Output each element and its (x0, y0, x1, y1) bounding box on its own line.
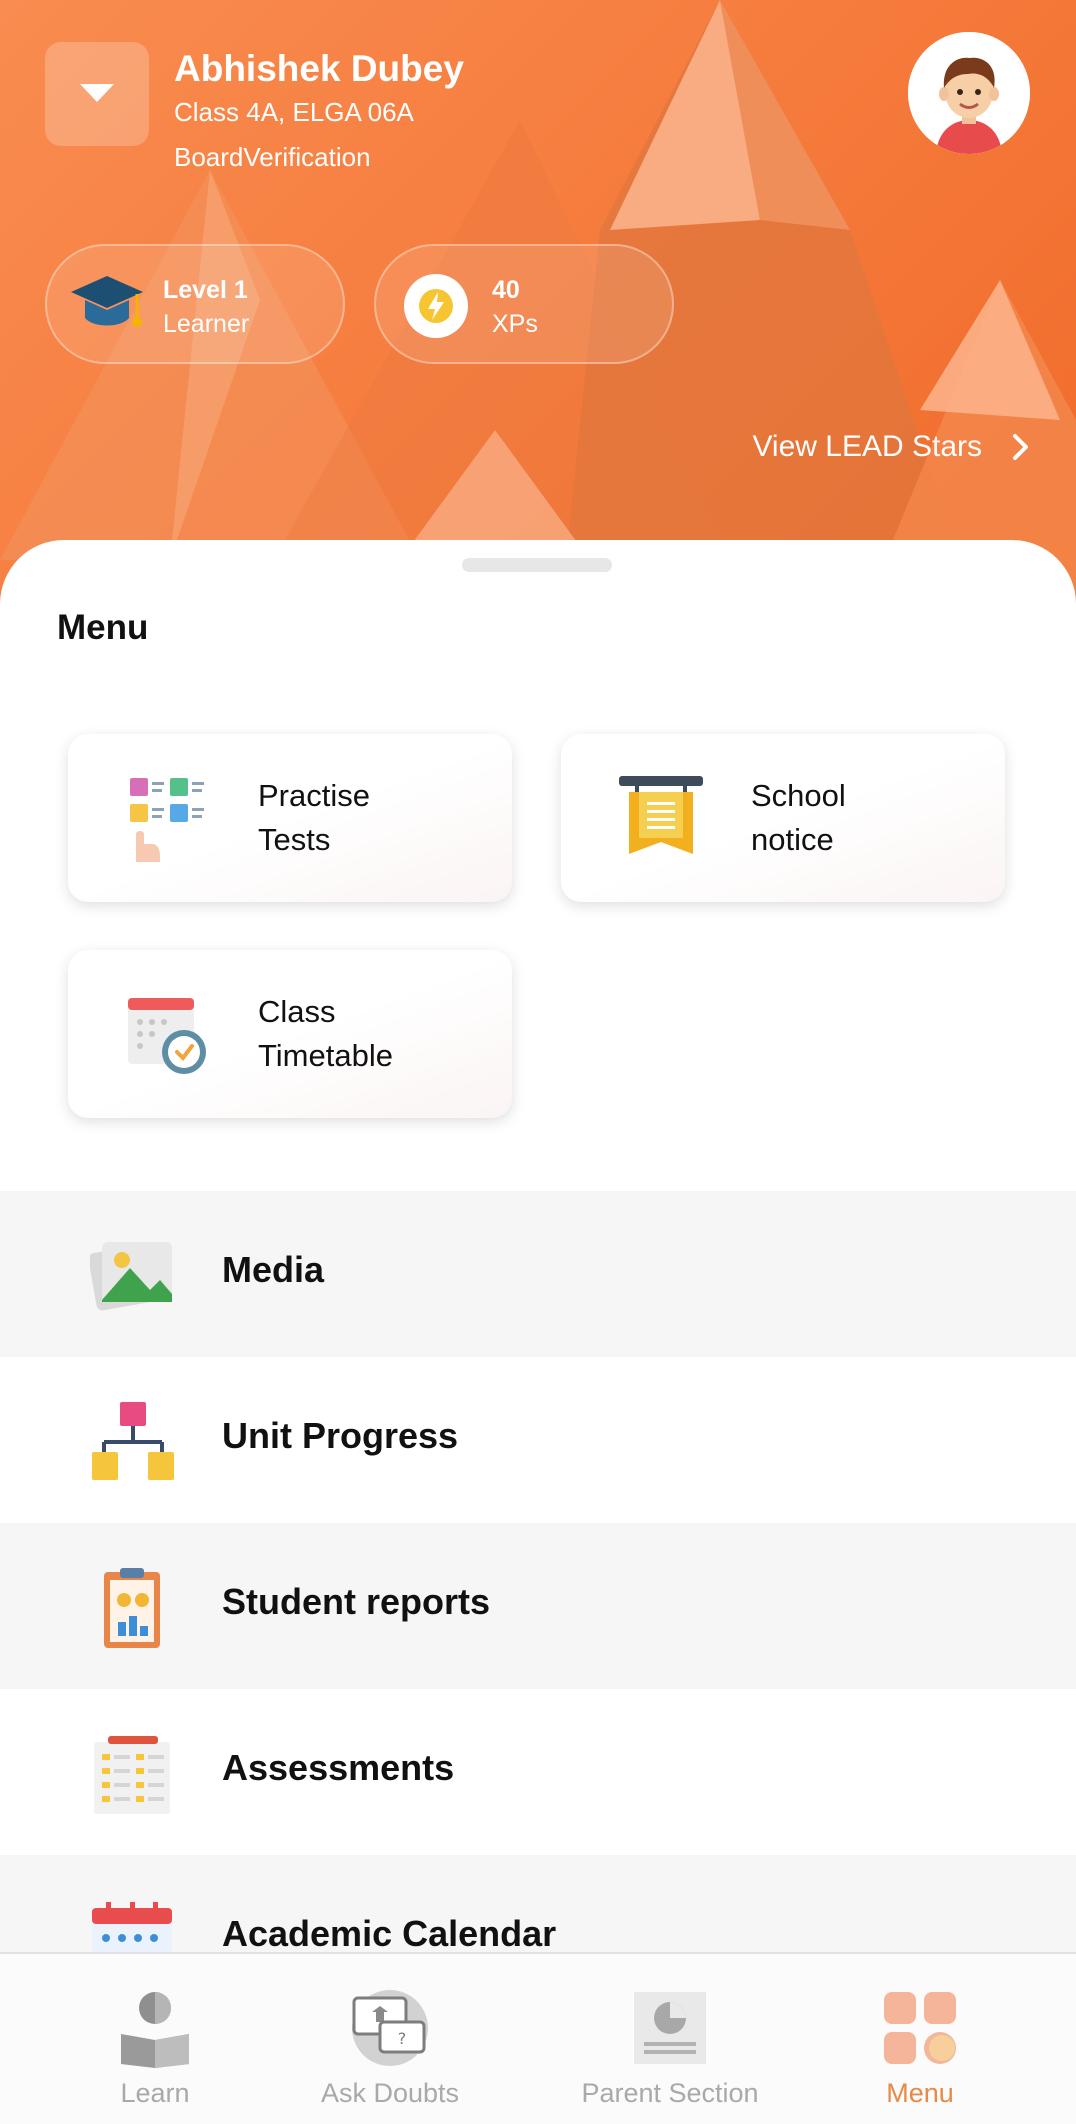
nav-menu-label: Menu (886, 2078, 954, 2108)
avatar[interactable] (908, 32, 1030, 154)
account-dropdown-button[interactable] (45, 42, 149, 146)
nav-parent-section[interactable]: Parent Section (540, 1954, 800, 2124)
user-class-info: Class 4A, ELGA 06A (174, 97, 414, 127)
menu-row-assessments[interactable]: Assessments (0, 1689, 1076, 1855)
level-title: Level 1 (163, 276, 248, 304)
menu-row-label: Student reports (222, 1581, 491, 1622)
graduation-cap-icon (71, 276, 143, 327)
class-timetable-card[interactable]: Class Timetable (68, 950, 512, 1118)
menu-row-media[interactable]: Media (0, 1191, 1076, 1357)
report-clipboard-icon (104, 1568, 160, 1648)
chevron-right-icon (1013, 434, 1028, 460)
user-board: BoardVerification (174, 142, 371, 172)
menu-title: Menu (57, 608, 149, 647)
nav-menu[interactable]: Menu (840, 1954, 1000, 2124)
nav-ask-doubts-label: Ask Doubts (320, 2078, 460, 2108)
nav-parent-section-label: Parent Section (581, 2078, 759, 2108)
view-lead-stars-link[interactable]: View LEAD Stars (752, 430, 1030, 464)
profile-header: Abhishek Dubey Class 4A, ELGA 06A BoardV… (0, 0, 1076, 620)
school-notice-card[interactable]: School notice (561, 734, 1005, 902)
reader-icon (121, 1992, 189, 2068)
user-name: Abhishek Dubey (174, 48, 464, 89)
boy-avatar-icon (908, 32, 1030, 154)
menu-row-label: Media (222, 1249, 325, 1290)
doubt-chat-icon: ? (352, 1990, 428, 2066)
svg-text:?: ? (398, 2029, 407, 2048)
xp-badge[interactable]: 40 XPs (374, 244, 674, 364)
menu-row-unit-progress[interactable]: Unit Progress (0, 1357, 1076, 1523)
menu-row-label: Unit Progress (222, 1415, 459, 1456)
assessment-sheet-icon (94, 1736, 170, 1814)
sheet-drag-handle[interactable] (462, 558, 612, 572)
menu-row-label: Assessments (222, 1747, 455, 1788)
quiz-cards-icon (130, 778, 204, 862)
menu-grid-icon (884, 1992, 956, 2064)
notice-board-icon (619, 776, 703, 854)
pie-report-icon (634, 1992, 706, 2064)
hierarchy-icon (92, 1402, 174, 1480)
calendar-clock-icon (128, 998, 206, 1074)
nav-learn-label: Learn (120, 2078, 190, 2108)
lightning-icon (419, 289, 453, 323)
level-badge[interactable]: Level 1 Learner (45, 244, 345, 364)
image-gallery-icon (90, 1242, 172, 1311)
nav-learn[interactable]: Learn (60, 1954, 250, 2124)
menu-sheet: Menu Practise Tests School notice Class … (0, 540, 1076, 2021)
practise-tests-label: Practise Tests (258, 778, 370, 857)
lead-stars-label: View LEAD Stars (752, 430, 982, 463)
practise-tests-card[interactable]: Practise Tests (68, 734, 512, 902)
level-subtitle: Learner (163, 310, 250, 338)
nav-ask-doubts[interactable]: ? Ask Doubts (290, 1954, 490, 2124)
xp-unit: XPs (492, 310, 538, 338)
menu-row-label: Academic Calendar (222, 1913, 557, 1954)
menu-row-student-reports[interactable]: Student reports (0, 1523, 1076, 1689)
bottom-navigation: Learn ? Ask Doubts Parent Section Menu (0, 1952, 1076, 2124)
chevron-down-icon (80, 84, 114, 102)
xp-icon-circle (404, 274, 468, 338)
class-timetable-label: Class Timetable (258, 994, 393, 1073)
xp-value: 40 (492, 276, 520, 304)
school-notice-label: School notice (751, 778, 846, 857)
